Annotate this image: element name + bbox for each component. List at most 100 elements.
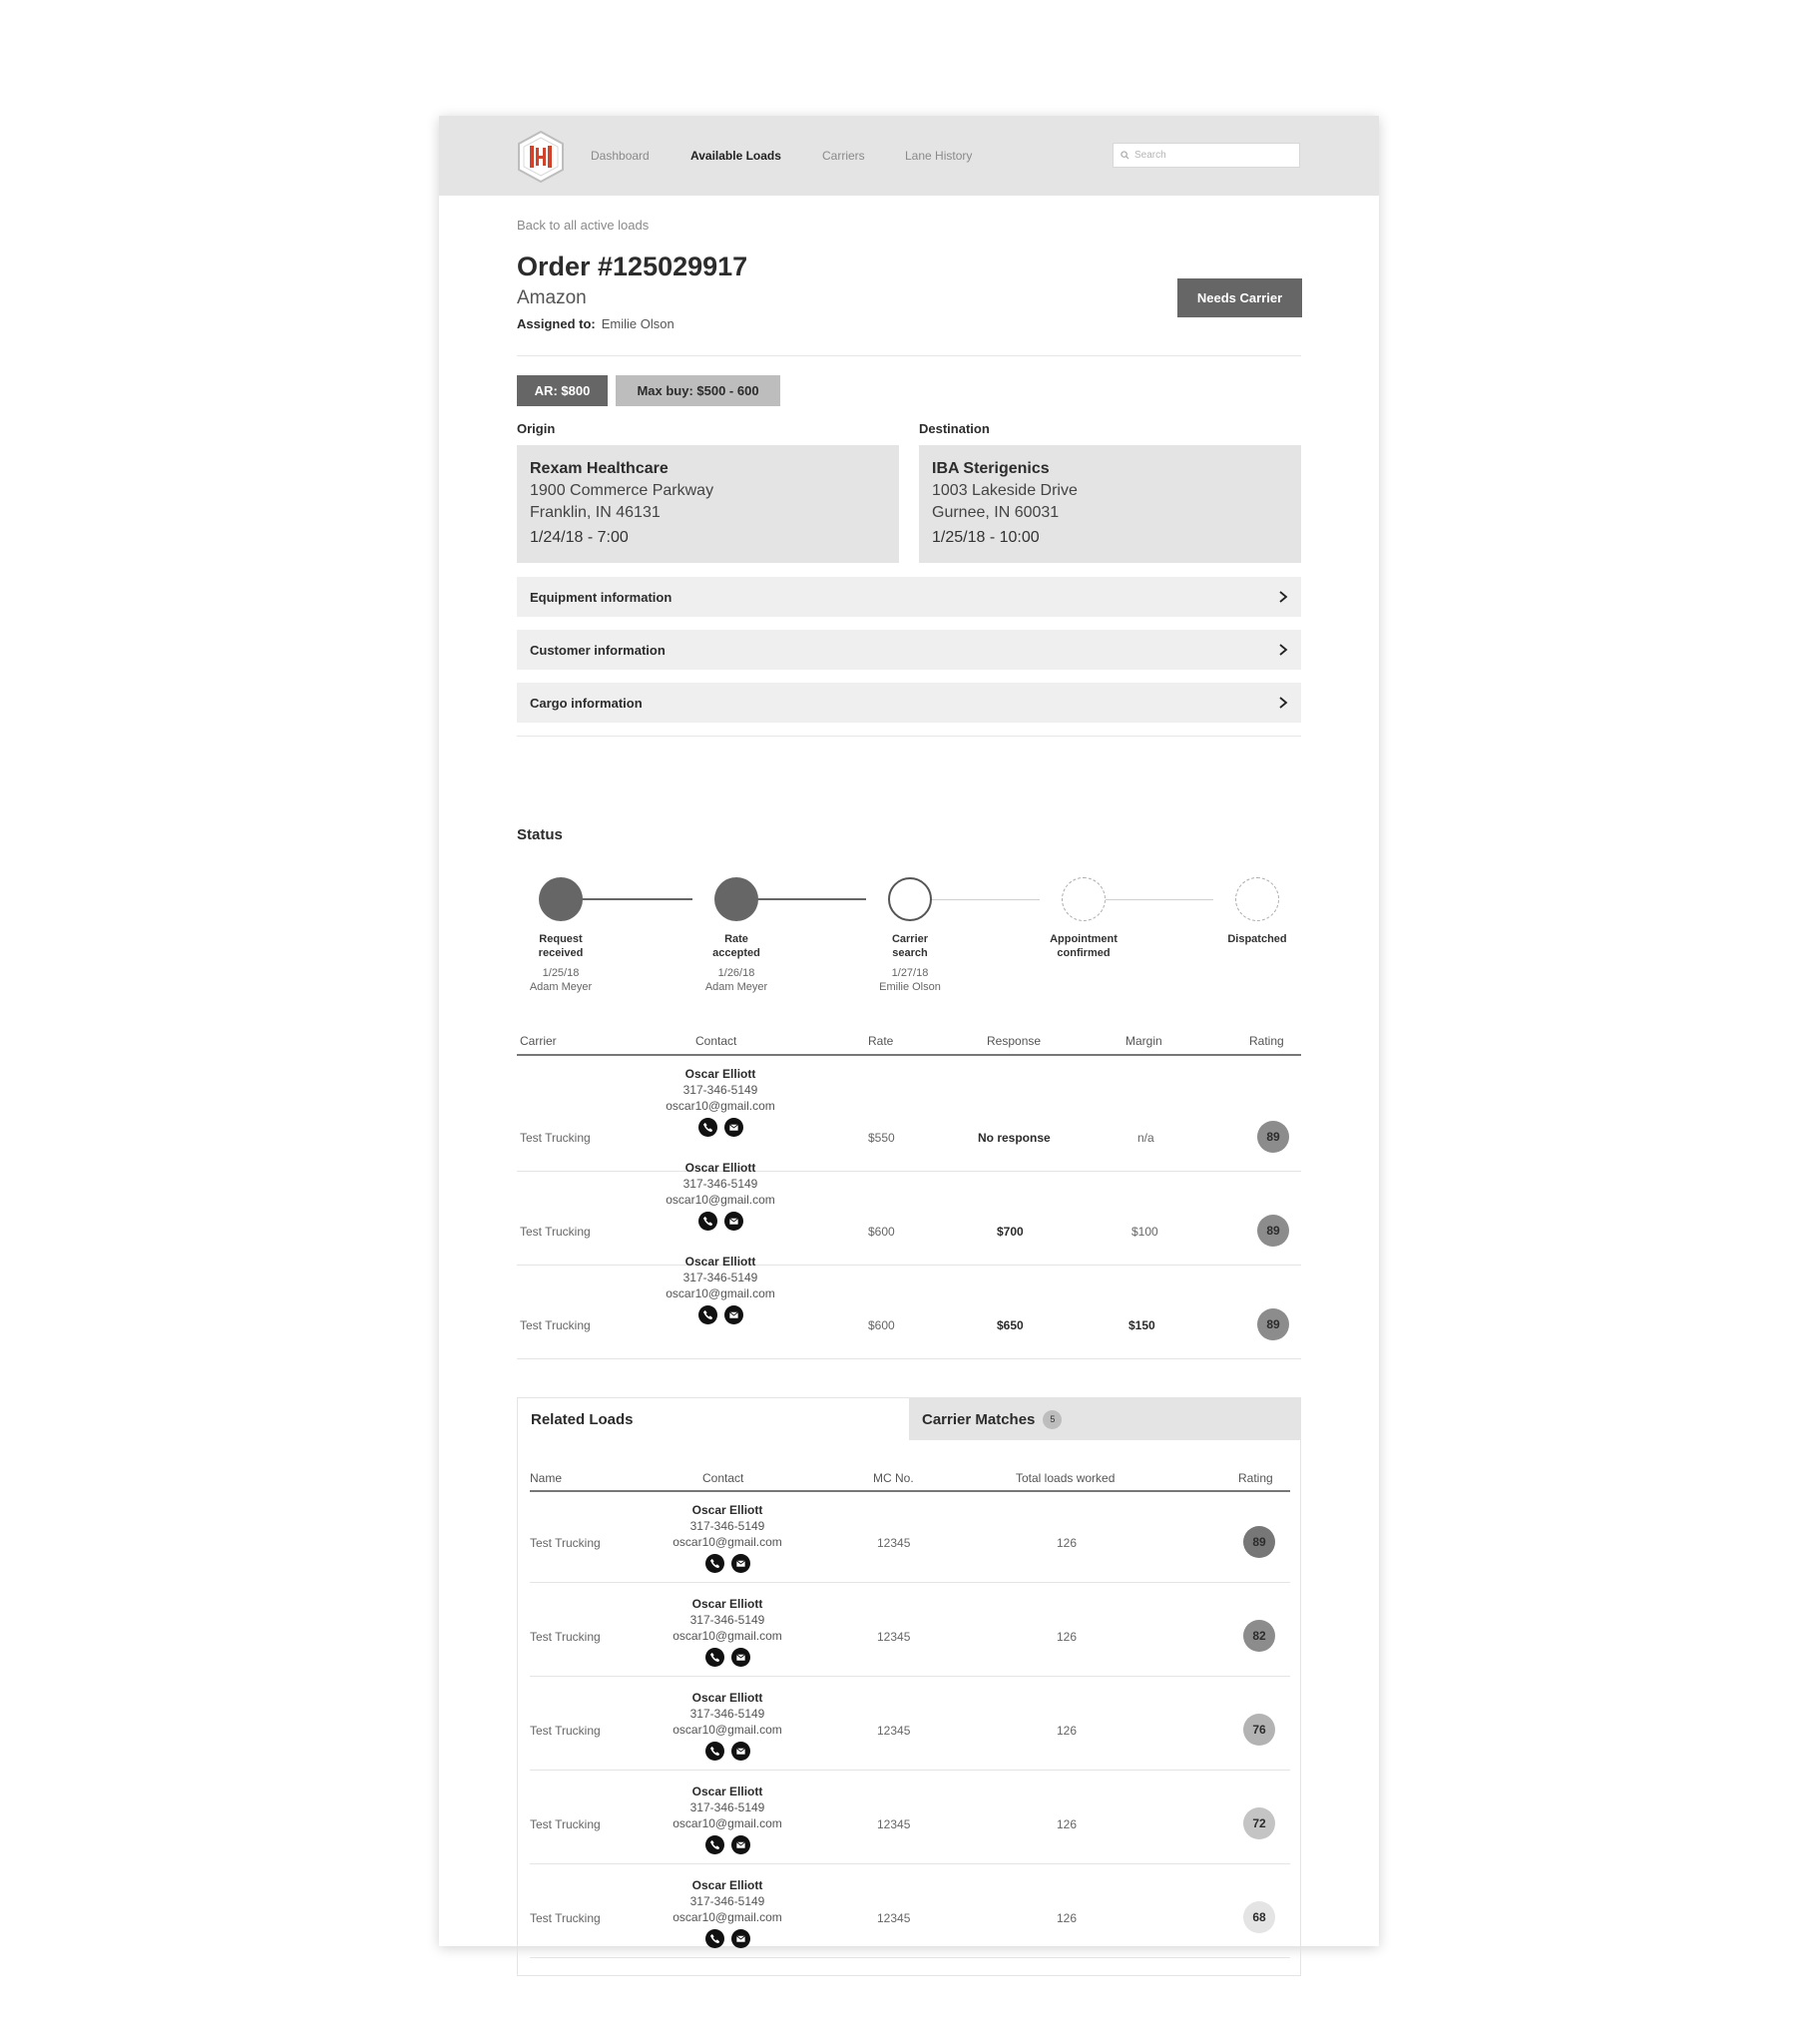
col-header-mc: MC No. xyxy=(873,1471,914,1485)
origin-time: 1/24/18 - 7:00 xyxy=(530,529,629,546)
nav-lane-history[interactable]: Lane History xyxy=(905,149,972,163)
contact-phone: 317-346-5149 xyxy=(682,1271,758,1284)
match-name: Test Trucking xyxy=(530,1911,601,1925)
needs-carrier-button[interactable]: Needs Carrier xyxy=(1177,278,1302,317)
rating-badge: 89 xyxy=(1243,1526,1275,1558)
tabs-panel: Related Loads Carrier Matches 5 Name Cont… xyxy=(517,1397,1301,1976)
carrier-margin: n/a xyxy=(1137,1131,1154,1145)
step-label-line: Appointment xyxy=(1050,933,1118,945)
nav-available-loads[interactable]: Available Loads xyxy=(690,149,781,163)
customer-accordion[interactable]: Customer information xyxy=(517,630,1301,670)
email-icon[interactable] xyxy=(730,1742,750,1761)
destination-address2: Gurnee, IN 60031 xyxy=(932,504,1060,521)
status-title: Status xyxy=(517,826,563,843)
carrier-name: Test Trucking xyxy=(520,1131,591,1145)
phone-icon[interactable] xyxy=(704,1742,724,1761)
assigned-to: Assigned to: Emilie Olson xyxy=(517,316,675,331)
step-dispatched-circle xyxy=(1235,877,1279,921)
back-link[interactable]: Back to all active loads xyxy=(517,218,649,233)
step-request-label: Request received xyxy=(501,932,621,960)
match-mc: 12345 xyxy=(877,1536,911,1550)
destination-time: 1/25/18 - 10:00 xyxy=(932,529,1040,546)
cargo-accordion[interactable]: Cargo information xyxy=(517,683,1301,723)
step-person: Emilie Olson xyxy=(879,981,941,993)
match-contact: Oscar Elliott 317-346-5149 oscar10@gmail… xyxy=(653,1502,802,1573)
step-date: 1/27/18 xyxy=(891,967,929,979)
carrier-margin: $150 xyxy=(1128,1318,1155,1332)
step-date: 1/26/18 xyxy=(717,967,755,979)
match-mc: 12345 xyxy=(877,1724,911,1738)
equipment-accordion[interactable]: Equipment information xyxy=(517,577,1301,617)
match-name: Test Trucking xyxy=(530,1817,601,1831)
email-icon[interactable] xyxy=(723,1118,743,1137)
email-icon[interactable] xyxy=(730,1929,750,1948)
step-label-line: received xyxy=(538,947,584,959)
step-appointment-circle xyxy=(1062,877,1106,921)
match-name: Test Trucking xyxy=(530,1630,601,1644)
match-contact: Oscar Elliott 317-346-5149 oscar10@gmail… xyxy=(653,1596,802,1667)
contact-email: oscar10@gmail.com xyxy=(673,1535,782,1549)
step-date: 1/25/18 xyxy=(542,967,580,979)
contact-email: oscar10@gmail.com xyxy=(673,1629,782,1643)
nav-dashboard[interactable]: Dashboard xyxy=(591,149,650,163)
contact-name: Oscar Elliott xyxy=(691,1878,763,1892)
destination-name: IBA Sterigenics xyxy=(932,460,1050,477)
contact-name: Oscar Elliott xyxy=(691,1785,763,1798)
carrier-response: $650 xyxy=(997,1318,1024,1332)
email-icon[interactable] xyxy=(730,1648,750,1667)
tab-related-loads[interactable]: Related Loads xyxy=(518,1398,909,1440)
phone-icon[interactable] xyxy=(697,1305,717,1324)
contact-phone: 317-346-5149 xyxy=(689,1613,765,1627)
phone-icon[interactable] xyxy=(697,1118,717,1137)
divider xyxy=(517,736,1301,737)
col-header-rating: Rating xyxy=(1238,1471,1273,1485)
match-mc: 12345 xyxy=(877,1817,911,1831)
carrier-rate: $600 xyxy=(868,1318,895,1332)
cargo-accordion-label: Cargo information xyxy=(530,695,643,711)
phone-icon[interactable] xyxy=(704,1835,724,1854)
phone-icon[interactable] xyxy=(704,1554,724,1573)
col-header-contact: Contact xyxy=(695,1034,737,1048)
col-header-rating: Rating xyxy=(1249,1034,1284,1048)
tab-carrier-matches[interactable]: Carrier Matches 5 xyxy=(909,1398,1301,1440)
step-rate-circle xyxy=(714,877,758,921)
row-divider xyxy=(517,1171,1301,1172)
ar-tag: AR: $800 xyxy=(517,375,608,406)
contact-email: oscar10@gmail.com xyxy=(673,1910,782,1924)
col-header-loads: Total loads worked xyxy=(1016,1471,1116,1485)
row-divider xyxy=(530,1582,1290,1583)
step-request-meta: 1/25/18 Adam Meyer xyxy=(501,966,621,994)
step-appointment-label: Appointment confirmed xyxy=(1024,932,1143,960)
search-box xyxy=(1113,143,1300,168)
nav-carriers[interactable]: Carriers xyxy=(822,149,865,163)
origin-address1: 1900 Commerce Parkway xyxy=(530,482,714,499)
phone-icon[interactable] xyxy=(697,1212,717,1231)
match-contact: Oscar Elliott 317-346-5149 oscar10@gmail… xyxy=(653,1690,802,1761)
max-buy-tag: Max buy: $500 - 600 xyxy=(616,375,780,406)
col-header-contact: Contact xyxy=(702,1471,744,1485)
email-icon[interactable] xyxy=(723,1305,743,1324)
contact-name: Oscar Elliott xyxy=(684,1255,756,1269)
contact-phone: 317-346-5149 xyxy=(682,1177,758,1191)
contact-name: Oscar Elliott xyxy=(691,1503,763,1517)
rating-badge: 89 xyxy=(1257,1215,1289,1247)
search-input[interactable] xyxy=(1134,150,1294,161)
carrier-rate: $600 xyxy=(868,1225,895,1239)
email-icon[interactable] xyxy=(723,1212,743,1231)
email-icon[interactable] xyxy=(730,1835,750,1854)
destination-card: IBA Sterigenics 1003 Lakeside Drive Gurn… xyxy=(919,445,1301,563)
carrier-margin: $100 xyxy=(1131,1225,1158,1239)
row-divider xyxy=(530,1676,1290,1677)
phone-icon[interactable] xyxy=(704,1648,724,1667)
phone-icon[interactable] xyxy=(704,1929,724,1948)
company-logo[interactable] xyxy=(515,130,567,184)
table-header-line xyxy=(517,1054,1301,1056)
match-name: Test Trucking xyxy=(530,1536,601,1550)
contact-phone: 317-346-5149 xyxy=(689,1707,765,1721)
match-contact: Oscar Elliott 317-346-5149 oscar10@gmail… xyxy=(653,1784,802,1854)
step-rate-meta: 1/26/18 Adam Meyer xyxy=(676,966,796,994)
origin-name: Rexam Healthcare xyxy=(530,460,669,477)
carrier-name: Test Trucking xyxy=(520,1318,591,1332)
email-icon[interactable] xyxy=(730,1554,750,1573)
step-label-line: search xyxy=(892,947,928,959)
